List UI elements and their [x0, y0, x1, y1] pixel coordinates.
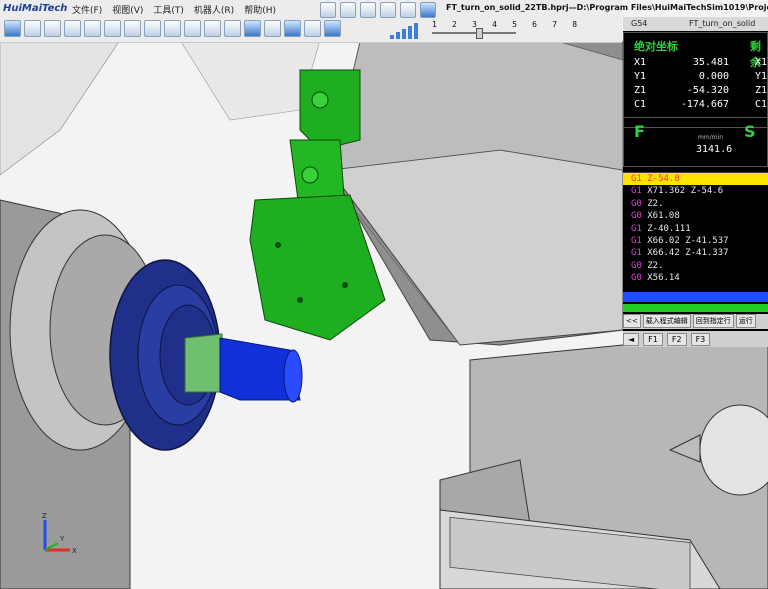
- cube-solid-icon[interactable]: [244, 20, 261, 37]
- axis-z-label: Z: [42, 512, 47, 520]
- axis-value-y1: 0.000: [698, 71, 729, 82]
- progress-bar-blue: [623, 292, 768, 302]
- axis-x-label: X: [72, 547, 77, 555]
- turret-top: [329, 41, 624, 171]
- program-line[interactable]: G1 X66.02 Z-41.537: [623, 235, 768, 247]
- workpiece-cut: [184, 333, 223, 393]
- feed-unit: mm/min: [698, 134, 724, 141]
- coordinate-section: 绝对坐标 剩余 X1 35.481 X1 Y1 0.000 Y1 Z1 -54.320 Z1…: [623, 32, 768, 128]
- abs-coord-label: 绝对坐标: [634, 40, 678, 53]
- dimension-icon[interactable]: [64, 20, 81, 37]
- robot-icon[interactable]: [104, 20, 121, 37]
- camera-icon[interactable]: [304, 20, 321, 37]
- bucket-icon[interactable]: [324, 20, 341, 37]
- app-logo: HuiMaiTech: [3, 3, 68, 14]
- nc-control-panel: G54 FT_turn_on_solid 绝对坐标 剩余 X1 35.481 X1 …: [623, 17, 768, 347]
- program-line[interactable]: G0 X56.14: [623, 272, 768, 284]
- axis-y-label: Y: [59, 535, 65, 543]
- axis-value-x1: 35.481: [692, 57, 729, 68]
- view-side-icon[interactable]: [44, 20, 61, 37]
- program-line[interactable]: G0 Z2.: [623, 260, 768, 272]
- f3-key[interactable]: F3: [690, 332, 711, 346]
- menu-tools[interactable]: 工具(T): [153, 3, 184, 16]
- cube-top-icon[interactable]: [144, 20, 161, 37]
- feed-spindle-section: F S mm/min 3141.6: [623, 117, 768, 167]
- function-key-row: ◄ F1 F2 F3: [623, 331, 768, 347]
- cube-front-icon[interactable]: [164, 20, 181, 37]
- program-line-current[interactable]: G1 Z-54.8: [623, 173, 768, 186]
- view-iso-icon[interactable]: [4, 20, 21, 37]
- f2-key[interactable]: F2: [666, 332, 687, 346]
- speed-slider-thumb[interactable]: [476, 28, 483, 39]
- window-title: FT_turn_on_solid_22TB.hprj—D:\Program Fi…: [446, 3, 768, 12]
- traffic-light-icon[interactable]: [400, 2, 416, 18]
- tool-holder-upper: [299, 69, 361, 151]
- cube-iso-icon[interactable]: [224, 20, 241, 37]
- file-toolbar: [320, 2, 436, 18]
- measure-icon[interactable]: [84, 20, 101, 37]
- open-file-icon[interactable]: [340, 2, 356, 18]
- program-line[interactable]: G1 X71.362 Z-54.6: [623, 185, 768, 197]
- f1-key[interactable]: F1: [643, 332, 663, 346]
- feed-value: 3141.6: [696, 144, 733, 155]
- coord-system: G54: [631, 19, 648, 28]
- view-front-icon[interactable]: [24, 20, 41, 37]
- goto-line-button[interactable]: 回到指定行: [692, 314, 734, 328]
- speed-slider-track[interactable]: [432, 32, 516, 34]
- speed-bars-icon: [390, 23, 418, 39]
- panel-button-row: << 载入程式编辑 回到指定行 运行: [623, 314, 768, 329]
- tool-icon[interactable]: [284, 20, 301, 37]
- cube-right-icon[interactable]: [204, 20, 221, 37]
- menu-view[interactable]: 视图(V): [112, 3, 143, 16]
- progress-bar-green: [623, 304, 768, 312]
- program-line[interactable]: G1 Z-40.111: [623, 223, 768, 235]
- panel-header: G54 FT_turn_on_solid: [623, 17, 768, 31]
- panel-icon[interactable]: [264, 20, 281, 37]
- new-file-icon[interactable]: [320, 2, 336, 18]
- program-listing[interactable]: G1 Z-54.8 G1 X71.362 Z-54.6 G0 Z2. G0 X6…: [623, 172, 768, 293]
- prev-page-button[interactable]: <<: [623, 314, 641, 328]
- speed-scale-labels: 1 2 3 4 5 6 7 8: [432, 20, 583, 29]
- save-icon[interactable]: [360, 2, 376, 18]
- load-program-edit-button[interactable]: 载入程式编辑: [642, 314, 691, 328]
- spindle-label: S: [744, 122, 756, 141]
- axis-value-z1: -54.320: [686, 85, 729, 96]
- menu-help[interactable]: 帮助(H): [244, 3, 276, 16]
- main-toolbar: HuiMaiTech 文件(F) 视图(V) 工具(T) 机器人(R) 帮助(H…: [0, 0, 768, 43]
- program-line[interactable]: G0 Z2.: [623, 198, 768, 210]
- menu-robot[interactable]: 机器人(R): [194, 3, 234, 16]
- fit-icon[interactable]: [124, 20, 141, 37]
- gear-icon[interactable]: [380, 2, 396, 18]
- feed-label: F: [634, 122, 645, 141]
- left-arrow-icon[interactable]: ◄: [623, 332, 640, 346]
- run-button[interactable]: 运行: [735, 314, 756, 328]
- menu-bar: 文件(F) 视图(V) 工具(T) 机器人(R) 帮助(H): [72, 3, 276, 16]
- program-line[interactable]: G0 X61.08: [623, 210, 768, 222]
- axis-value-c1: -174.667: [680, 99, 729, 110]
- program-name: FT_turn_on_solid: [689, 19, 756, 28]
- program-line[interactable]: G1 X66.42 Z-41.337: [623, 247, 768, 259]
- refresh-icon[interactable]: [420, 2, 436, 18]
- cube-left-icon[interactable]: [184, 20, 201, 37]
- view-toolbar: [4, 20, 341, 37]
- menu-file[interactable]: 文件(F): [72, 3, 102, 16]
